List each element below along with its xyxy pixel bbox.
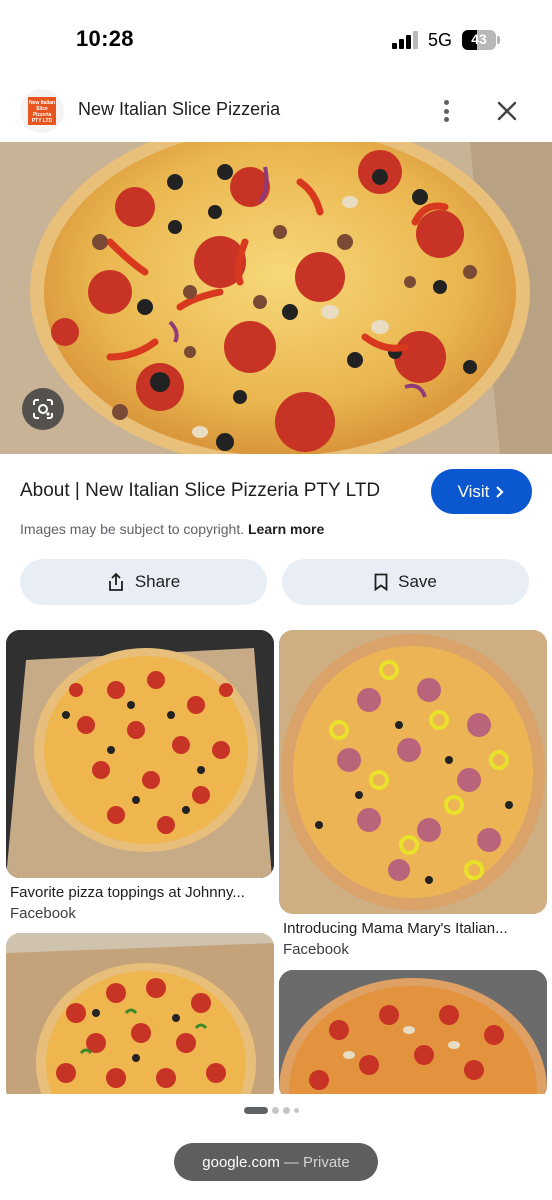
battery-tip [497,36,500,44]
private-mode-label: — Private [283,1153,350,1171]
visit-label: Visit [457,481,490,501]
preview-image[interactable] [0,142,552,454]
close-icon[interactable] [493,97,521,125]
pizza-thumbnail [279,630,547,914]
result-source: Facebook [283,941,349,958]
result-thumbnail[interactable] [6,933,274,1103]
save-button[interactable]: Save [282,559,529,605]
network-type: 5G [428,30,453,50]
share-label: Share [134,572,181,591]
pizza-thumbnail [6,630,274,878]
result-source: Facebook [10,905,76,922]
pizza-thumbnail [6,933,274,1103]
carousel-indicator [244,1106,299,1114]
lens-search-icon[interactable] [22,388,64,430]
result-card[interactable] [6,933,274,1103]
image-viewer-header: New Italian Slice Pizzeria PTY LTD New I… [0,80,552,142]
site-logo-mark: New Italian Slice Pizzeria PTY LTD [28,97,56,125]
page-title[interactable]: About | New Italian Slice Pizzeria PTY L… [20,480,380,502]
copyright-notice: Images may be subject to copyright. Lear… [20,521,324,537]
site-title[interactable]: New Italian Slice Pizzeria [78,99,280,120]
result-thumbnail[interactable] [6,630,274,878]
battery-level: 43 [471,31,487,47]
site-logo[interactable]: New Italian Slice Pizzeria PTY LTD [20,89,64,133]
url-bar[interactable]: google.com — Private [174,1143,378,1181]
result-card[interactable]: Favorite pizza toppings at Johnny... Fac… [6,630,274,922]
result-card[interactable]: Introducing Mama Mary's Italian... Faceb… [279,630,547,960]
save-label: Save [398,572,437,591]
more-vert-icon[interactable] [434,96,458,126]
share-button[interactable]: Share [20,559,267,605]
status-bar: 10:28 5G 43 [0,0,552,80]
battery-icon: 43 [462,30,496,50]
pizza-image [0,142,552,454]
signal-icon [392,31,420,49]
result-thumbnail[interactable] [279,970,547,1100]
result-card[interactable] [279,970,547,1100]
status-time: 10:28 [76,26,134,51]
url-domain: google.com [202,1153,280,1171]
copyright-text: Images may be subject to copyright. [20,521,245,537]
result-caption[interactable]: Introducing Mama Mary's Italian... [283,920,547,937]
result-caption[interactable]: Favorite pizza toppings at Johnny... [10,884,274,901]
result-thumbnail[interactable] [279,630,547,914]
pizza-thumbnail [279,970,547,1100]
visit-button[interactable]: Visit [431,469,532,514]
share-icon [108,572,123,591]
chevron-right-icon [496,485,504,498]
learn-more-link[interactable]: Learn more [248,521,324,537]
bookmark-icon [374,573,388,591]
